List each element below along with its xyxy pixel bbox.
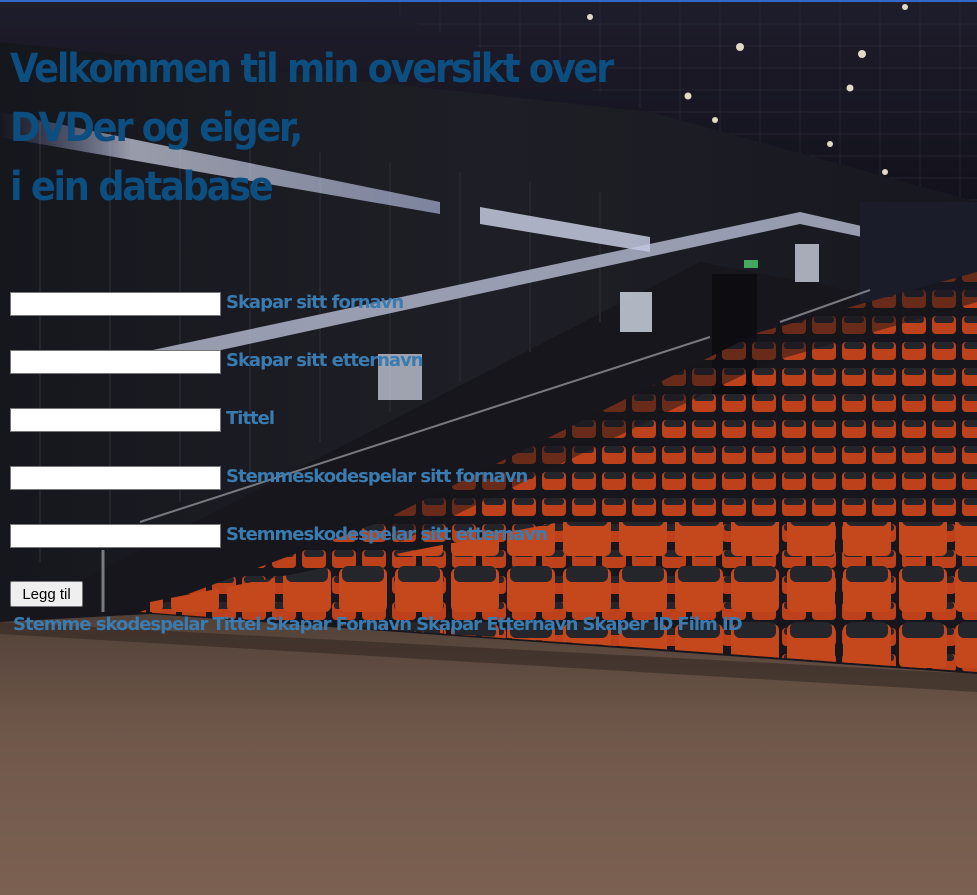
form-row-creator-firstname: Skapar sitt fornavn [10,290,404,318]
column-header: Skapar Etternavn [416,614,578,635]
creator-firstname-input[interactable] [10,292,221,316]
voice-actor-lastname-label: Stemmeskodespelar sitt etternavn [226,523,548,545]
title-label: Tittel [226,407,275,429]
creator-firstname-label: Skapar sitt fornavn [226,291,404,313]
form-row-title: Tittel [10,406,275,434]
table-header-row: Stemme skodespelar Tittel Skapar Fornavn… [13,614,743,635]
creator-lastname-label: Skapar sitt etternavn [226,349,424,371]
page-heading: Velkommen til min oversikt over DVDer og… [10,40,614,217]
title-input[interactable] [10,408,221,432]
column-header: Film ID [677,614,742,635]
heading-line-2: DVDer og eiger, [10,105,303,151]
form-row-voice-actor-lastname: Stemmeskodespelar sitt etternavn [10,522,548,550]
form-row-creator-lastname: Skapar sitt etternavn [10,348,424,376]
column-header: Tittel [212,614,261,635]
column-header: Stemme skodespelar [13,614,208,635]
form-row-voice-actor-firstname: Stemmeskodespelar sitt fornavn [10,464,528,492]
creator-lastname-input[interactable] [10,350,221,374]
heading-line-3: i ein database [10,164,274,210]
add-button[interactable]: Legg til [10,581,83,607]
column-header: Skapar Fornavn [265,614,412,635]
voice-actor-firstname-label: Stemmeskodespelar sitt fornavn [226,465,528,487]
column-header: Skaper ID [582,614,673,635]
voice-actor-lastname-input[interactable] [10,524,221,548]
voice-actor-firstname-input[interactable] [10,466,221,490]
heading-line-1: Velkommen til min oversikt over [10,46,614,92]
